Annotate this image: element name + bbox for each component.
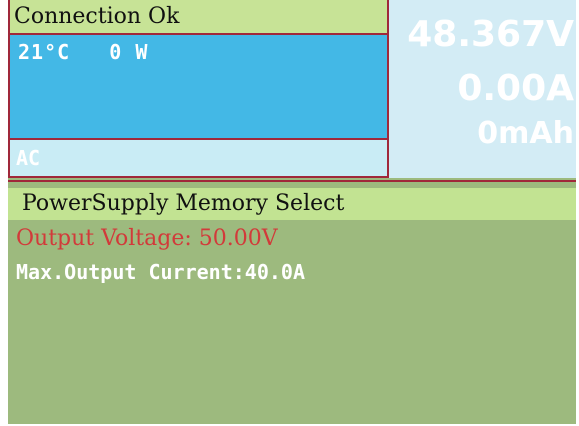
menu-item-output-voltage[interactable]: Output Voltage: 50.00V xyxy=(16,226,278,251)
memory-select-title: PowerSupply Memory Select xyxy=(8,188,576,220)
memory-select-panel: PowerSupply Memory Select Output Voltage… xyxy=(8,180,576,424)
connection-status: Connection Ok xyxy=(10,0,387,35)
charge-reading: 0mAh xyxy=(477,116,574,151)
voltage-reading: 48.367V xyxy=(407,14,574,55)
current-reading: 0.00A xyxy=(457,68,574,109)
status-readout: 21°C 0 W xyxy=(18,40,148,64)
power-readout: 0 W xyxy=(109,40,149,64)
temperature-readout: 21°C xyxy=(18,40,71,64)
device-screen: Connection Ok 21°C 0 W AC 48.367V 0.00A … xyxy=(8,0,576,424)
menu-item-max-output-current[interactable]: Max.Output Current:40.0A xyxy=(16,260,305,284)
power-source-label: AC xyxy=(10,138,387,176)
status-panel: Connection Ok 21°C 0 W AC xyxy=(8,0,389,178)
measurement-panel: 48.367V 0.00A 0mAh xyxy=(389,0,576,178)
